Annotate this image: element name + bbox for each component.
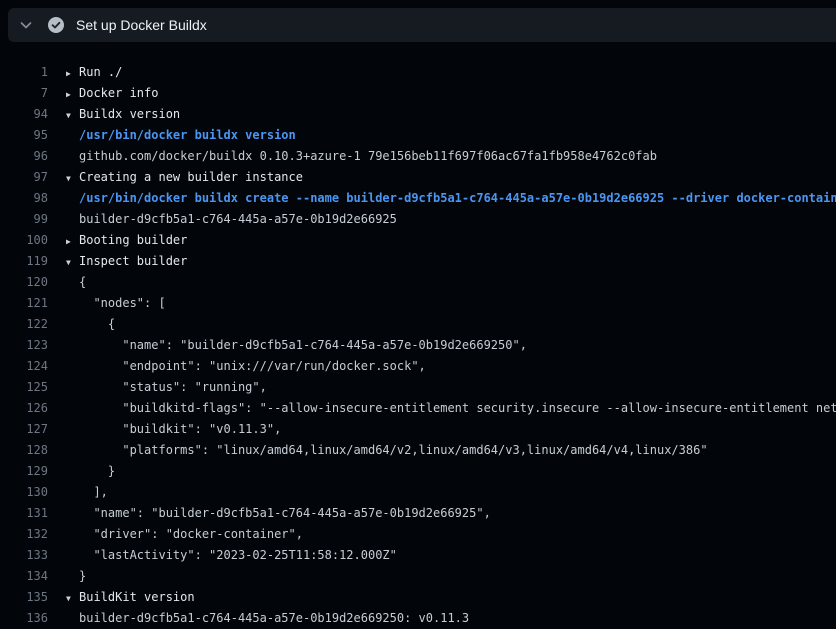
log-line: 124 "endpoint": "unix:///var/run/docker.… [0, 356, 836, 377]
log-line: 97 ▼Creating a new builder instance [0, 167, 836, 188]
log-line: 94 ▼Buildx version [0, 104, 836, 125]
line-number[interactable]: 95 [0, 125, 48, 146]
log-text: "lastActivity": "2023-02-25T11:58:12.000… [79, 548, 397, 562]
log-line: 129 } [0, 461, 836, 482]
log-text: } [79, 569, 86, 583]
log-line: 135 ▼BuildKit version [0, 587, 836, 608]
log-line: 121 "nodes": [ [0, 293, 836, 314]
log-line: 96 github.com/docker/buildx 0.10.3+azure-… [0, 146, 836, 167]
line-number[interactable]: 136 [0, 608, 48, 629]
log-text: { [79, 317, 115, 331]
log-text: "buildkit": "v0.11.3", [79, 422, 281, 436]
log-line: 119 ▼Inspect builder [0, 251, 836, 272]
line-number[interactable]: 96 [0, 146, 48, 167]
group-title[interactable]: BuildKit version [79, 590, 195, 604]
line-number[interactable]: 120 [0, 272, 48, 293]
log-line: 134} [0, 566, 836, 587]
line-number[interactable]: 123 [0, 335, 48, 356]
group-title[interactable]: Docker info [79, 86, 158, 100]
check-circle-icon [48, 17, 64, 33]
line-number[interactable]: 124 [0, 356, 48, 377]
line-number[interactable]: 127 [0, 419, 48, 440]
chevron-down-icon[interactable] [18, 17, 34, 33]
log-text: { [79, 275, 86, 289]
log-command: /usr/bin/docker buildx version [79, 128, 296, 142]
group-title[interactable]: Inspect builder [79, 254, 187, 268]
log-line: 133 "lastActivity": "2023-02-25T11:58:12… [0, 545, 836, 566]
group-title[interactable]: Booting builder [79, 233, 187, 247]
line-number[interactable]: 131 [0, 503, 48, 524]
log-text: "nodes": [ [79, 296, 166, 310]
log-line: 136 builder-d9cfb5a1-c764-445a-a57e-0b19d… [0, 608, 836, 629]
step-title: Set up Docker Buildx [76, 17, 207, 33]
line-number[interactable]: 99 [0, 209, 48, 230]
triangle-right-icon[interactable]: ▶ [66, 231, 79, 251]
line-number[interactable]: 98 [0, 188, 48, 209]
log-line: 125 "status": "running", [0, 377, 836, 398]
triangle-down-icon[interactable]: ▼ [66, 252, 79, 272]
line-number[interactable]: 7 [0, 83, 48, 104]
log-text: "driver": "docker-container", [79, 527, 303, 541]
log-line: 7 ▶Docker info [0, 83, 836, 104]
log-command: /usr/bin/docker buildx create --name bui… [79, 191, 836, 205]
line-number[interactable]: 135 [0, 587, 48, 608]
log-line: 99 builder-d9cfb5a1-c764-445a-a57e-0b19d2… [0, 209, 836, 230]
triangle-right-icon[interactable]: ▶ [66, 84, 79, 104]
line-number[interactable]: 128 [0, 440, 48, 461]
triangle-down-icon[interactable]: ▼ [66, 105, 79, 125]
line-number[interactable]: 125 [0, 377, 48, 398]
line-number[interactable]: 100 [0, 230, 48, 251]
line-number[interactable]: 133 [0, 545, 48, 566]
line-number[interactable]: 134 [0, 566, 48, 587]
line-number[interactable]: 1 [0, 62, 48, 83]
log-line: 130 ], [0, 482, 836, 503]
line-number[interactable]: 94 [0, 104, 48, 125]
triangle-right-icon[interactable]: ▶ [66, 63, 79, 83]
log-line: 120 { [0, 272, 836, 293]
log-text: "name": "builder-d9cfb5a1-c764-445a-a57e… [79, 506, 491, 520]
log-line: 95/usr/bin/docker buildx version [0, 125, 836, 146]
log-line: 131 "name": "builder-d9cfb5a1-c764-445a-… [0, 503, 836, 524]
log-text: builder-d9cfb5a1-c764-445a-a57e-0b19d2e6… [79, 212, 397, 226]
group-title[interactable]: Buildx version [79, 107, 180, 121]
log-text: builder-d9cfb5a1-c764-445a-a57e-0b19d2e6… [79, 611, 469, 625]
line-number[interactable]: 121 [0, 293, 48, 314]
log-text: "endpoint": "unix:///var/run/docker.sock… [79, 359, 426, 373]
triangle-down-icon[interactable]: ▼ [66, 588, 79, 608]
log-text: github.com/docker/buildx 0.10.3+azure-1 … [79, 149, 657, 163]
line-number[interactable]: 122 [0, 314, 48, 335]
log-text: ], [79, 485, 108, 499]
log-text: "status": "running", [79, 380, 267, 394]
log-line: 122 { [0, 314, 836, 335]
log-lines: 1▶Run ./7▶Docker info94▼Buildx version95… [0, 62, 836, 629]
log-text: "buildkitd-flags": "--allow-insecure-ent… [79, 401, 836, 415]
log-line: 1 ▶Run ./ [0, 62, 836, 83]
log-line: 126 "buildkitd-flags": "--allow-insecure… [0, 398, 836, 419]
line-number[interactable]: 132 [0, 524, 48, 545]
line-number[interactable]: 119 [0, 251, 48, 272]
step-header[interactable]: Set up Docker Buildx [8, 8, 836, 42]
log-line: 100 ▶Booting builder [0, 230, 836, 251]
line-number[interactable]: 130 [0, 482, 48, 503]
line-number[interactable]: 129 [0, 461, 48, 482]
log-text: "platforms": "linux/amd64,linux/amd64/v2… [79, 443, 708, 457]
group-title[interactable]: Creating a new builder instance [79, 170, 303, 184]
log-line: 127 "buildkit": "v0.11.3", [0, 419, 836, 440]
log-text: } [79, 464, 115, 478]
log-text: "name": "builder-d9cfb5a1-c764-445a-a57e… [79, 338, 527, 352]
log-line: 132 "driver": "docker-container", [0, 524, 836, 545]
log-line: 98/usr/bin/docker buildx create --name b… [0, 188, 836, 209]
triangle-down-icon[interactable]: ▼ [66, 168, 79, 188]
log-line: 123 "name": "builder-d9cfb5a1-c764-445a-… [0, 335, 836, 356]
log-line: 128 "platforms": "linux/amd64,linux/amd6… [0, 440, 836, 461]
line-number[interactable]: 126 [0, 398, 48, 419]
group-title[interactable]: Run ./ [79, 65, 122, 79]
line-number[interactable]: 97 [0, 167, 48, 188]
